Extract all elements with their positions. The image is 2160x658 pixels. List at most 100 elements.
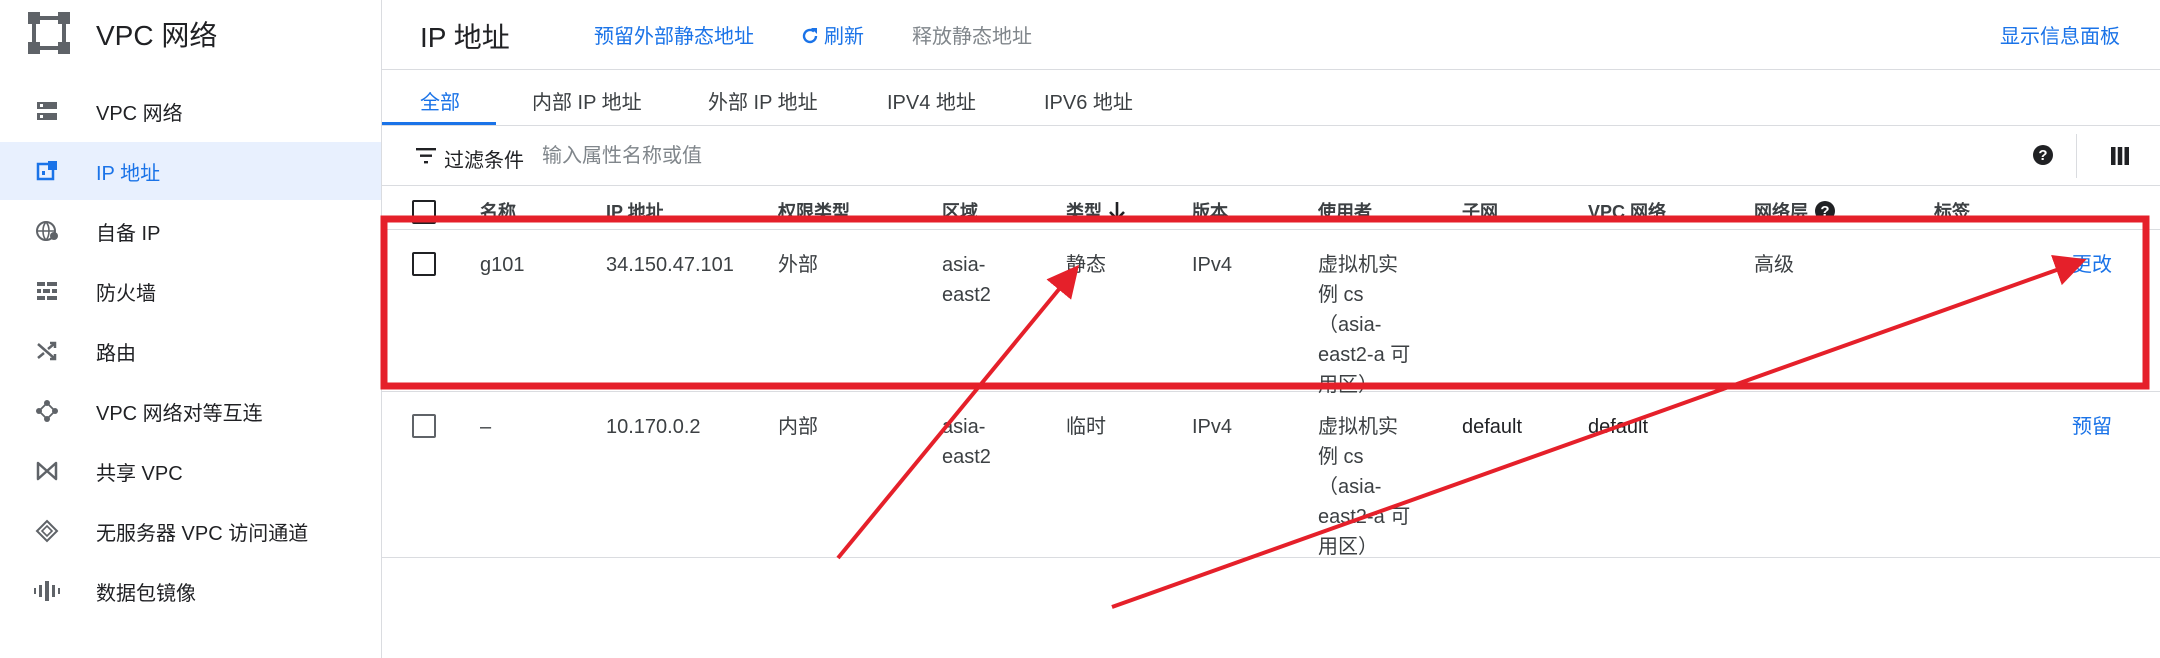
cell-user-line: east2-a 可: [1318, 344, 1411, 366]
sidebar-item-packet-mirroring[interactable]: 数据包镜像: [0, 562, 381, 620]
tab-external-ip[interactable]: 外部 IP 地址: [708, 86, 818, 115]
sidebar-item-label: 防火墙: [96, 282, 156, 305]
page-title: IP 地址: [420, 22, 510, 53]
sidebar-item-vpc-peering[interactable]: VPC 网络对等互连: [0, 382, 381, 440]
cell-user-line: east2-a 可: [1318, 506, 1411, 528]
cell-region: asia-east2: [942, 250, 991, 310]
product-title: VPC 网络: [96, 20, 218, 51]
select-all-checkbox[interactable]: [412, 200, 436, 224]
column-header-region[interactable]: 区域: [942, 198, 978, 224]
column-header-vpc-network[interactable]: VPC 网络: [1588, 198, 1666, 224]
column-header-access-type[interactable]: 权限类型: [778, 198, 850, 224]
cell-access-type: 外部: [778, 254, 818, 276]
show-info-panel-button[interactable]: 显示信息面板: [2000, 20, 2120, 49]
refresh-button[interactable]: 刷新: [800, 20, 864, 49]
svg-text:?: ?: [2038, 147, 2047, 164]
help-icon[interactable]: ?: [1814, 200, 1836, 222]
firewall-icon: [37, 282, 57, 300]
serverless-access-icon: [35, 519, 59, 543]
sidebar-item-byoip[interactable]: 自备 IP: [0, 202, 381, 260]
change-button[interactable]: 更改: [2072, 250, 2112, 280]
cell-type: 静态: [1066, 254, 1106, 276]
reserve-button[interactable]: 预留: [2072, 412, 2112, 442]
refresh-icon: [802, 28, 818, 44]
tab-all[interactable]: 全部: [420, 86, 460, 115]
cell-user-line: 虚拟机实: [1318, 254, 1398, 276]
cell-vpc-network[interactable]: default: [1588, 412, 1648, 442]
column-header-labels[interactable]: 标签: [1934, 198, 1970, 224]
cell-ip-address: 34.150.47.101: [606, 254, 734, 276]
sidebar-item-label: 数据包镜像: [96, 582, 196, 605]
column-header-version[interactable]: 版本: [1192, 198, 1228, 224]
column-header-type-label: 类型: [1066, 202, 1102, 222]
peering-icon: [36, 400, 58, 422]
table-row: g101 34.150.47.101 外部 asia-east2 静态 IPv4…: [382, 230, 2160, 396]
tab-internal-ip[interactable]: 内部 IP 地址: [532, 86, 642, 115]
filter-input[interactable]: [542, 140, 1142, 172]
table-header: 名称 IP 地址 权限类型 区域 类型 版本 使用者 子网 VPC 网络 网络层…: [382, 186, 2160, 230]
column-header-user[interactable]: 使用者: [1318, 198, 1372, 224]
byoip-globe-icon: [36, 221, 58, 241]
sort-descending-arrow-icon[interactable]: [1108, 200, 1126, 222]
release-static-address-button[interactable]: 释放静态地址: [912, 20, 1032, 49]
table-row: – 10.170.0.2 内部 asia-east2 临时 IPv4 虚拟机实 …: [382, 392, 2160, 558]
cell-region-line: east2: [942, 446, 991, 468]
sidebar-item-ip-address[interactable]: IP 地址: [0, 142, 381, 200]
cell-version: IPv4: [1192, 416, 1233, 438]
column-header-type[interactable]: 类型: [1066, 198, 1126, 224]
cell-user-line: （asia-: [1318, 314, 1382, 336]
filter-bar: 过滤条件 ?: [382, 126, 2160, 186]
column-header-network-tier-label: 网络层: [1754, 202, 1808, 222]
cell-type: 临时: [1066, 416, 1106, 438]
filter-icon[interactable]: [416, 147, 436, 165]
tab-ipv6[interactable]: IPV6 地址: [1044, 86, 1133, 115]
cell-user[interactable]: 虚拟机实 例 cs （asia- east2-a 可 用区）: [1318, 412, 1418, 562]
refresh-label: 刷新: [824, 26, 864, 48]
cell-user-line: 例 cs: [1318, 446, 1364, 468]
cell-region-line: asia-: [942, 254, 986, 276]
column-header-ip-address[interactable]: IP 地址: [606, 198, 664, 224]
row-checkbox[interactable]: [412, 414, 436, 438]
cell-subnet[interactable]: default: [1462, 412, 1522, 442]
sidebar-item-label: 路由: [96, 342, 136, 365]
sidebar-item-label: 共享 VPC: [96, 462, 183, 485]
cell-region-line: east2: [942, 284, 991, 306]
sidebar: VPC 网络 VPC 网络 IP 地址 自备 IP 防火墙 路由 VPC 网络对…: [0, 0, 382, 658]
filter-divider: [2076, 134, 2077, 178]
column-header-network-tier[interactable]: 网络层?: [1754, 198, 1836, 224]
sidebar-item-routes[interactable]: 路由: [0, 322, 381, 380]
row-checkbox[interactable]: [412, 252, 436, 276]
column-header-subnet[interactable]: 子网: [1462, 198, 1498, 224]
column-display-options-icon[interactable]: [2110, 146, 2130, 166]
page-header: IP 地址 预留外部静态地址 刷新 释放静态地址 显示信息面板: [382, 0, 2160, 70]
reserve-external-static-address-button[interactable]: 预留外部静态地址: [594, 20, 754, 49]
sidebar-item-label: 无服务器 VPC 访问通道: [96, 522, 309, 545]
help-icon[interactable]: ?: [2032, 144, 2054, 166]
tab-ipv4[interactable]: IPV4 地址: [887, 86, 976, 115]
cell-access-type: 内部: [778, 416, 818, 438]
shared-vpc-icon: [36, 461, 58, 481]
cell-user-line: 例 cs: [1318, 284, 1364, 306]
sidebar-item-shared-vpc[interactable]: 共享 VPC: [0, 442, 381, 500]
cell-user-line: 用区）: [1318, 536, 1378, 558]
sidebar-item-label: VPC 网络: [96, 102, 183, 125]
sidebar-item-firewall[interactable]: 防火墙: [0, 262, 381, 320]
sidebar-item-serverless-vpc-access[interactable]: 无服务器 VPC 访问通道: [0, 502, 381, 560]
cell-region: asia-east2: [942, 412, 991, 472]
cell-region-line: asia-: [942, 416, 986, 438]
sidebar-item-label: 自备 IP: [96, 222, 161, 245]
active-tab-indicator: [382, 122, 496, 125]
sidebar-item-vpc-network[interactable]: VPC 网络: [0, 82, 381, 140]
cell-user[interactable]: 虚拟机实 例 cs （asia- east2-a 可 用区）: [1318, 250, 1418, 400]
cell-name: –: [480, 416, 492, 438]
cell-network-tier: 高级: [1754, 254, 1794, 276]
vpc-logo-icon: [28, 12, 70, 54]
cell-ip-address: 10.170.0.2: [606, 416, 701, 438]
tab-bar: 全部 内部 IP 地址 外部 IP 地址 IPV4 地址 IPV6 地址: [382, 70, 2160, 126]
cell-version: IPv4: [1192, 254, 1233, 276]
cell-name: g101: [480, 254, 525, 276]
column-header-name[interactable]: 名称: [480, 198, 516, 224]
routes-icon: [37, 341, 57, 361]
sidebar-item-label: VPC 网络对等互连: [96, 402, 263, 425]
ip-address-icon: [36, 161, 57, 181]
